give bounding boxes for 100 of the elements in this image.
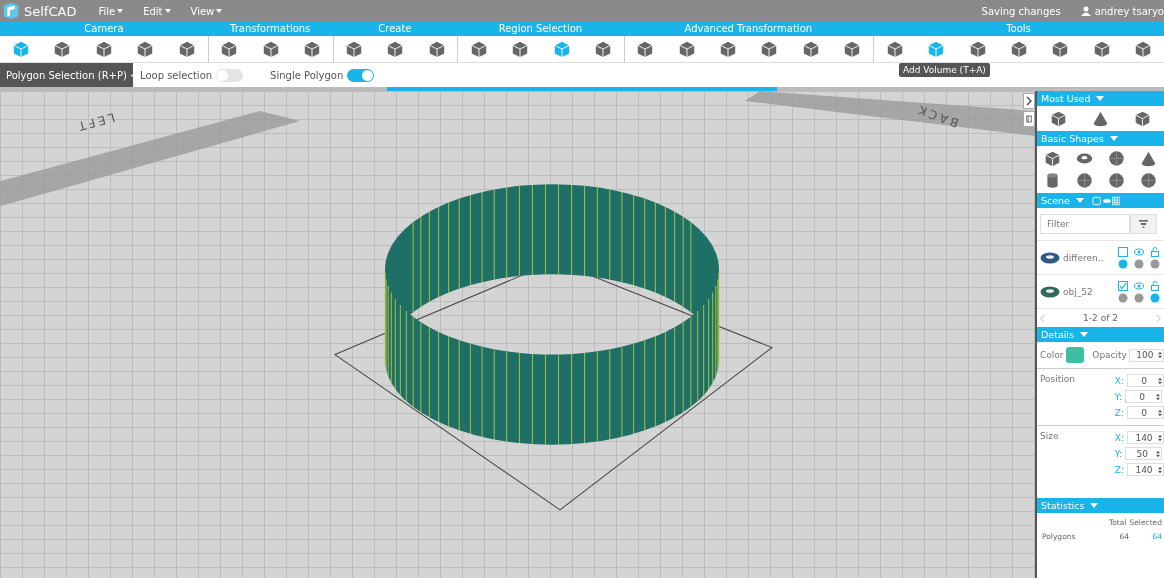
axis-label: Y: [1114,391,1123,402]
cube-icon [1051,40,1070,58]
user-menu[interactable]: andrey tsaryo [1094,5,1164,17]
spinner-arrows-icon [1158,433,1162,442]
cube-icon[interactable] [1049,110,1067,127]
cube-icon [53,40,72,58]
axis-label: X: [1114,432,1124,443]
cube-icon [427,40,446,58]
panel-toggle-button[interactable] [1023,111,1035,127]
field-label: Color [1040,350,1064,360]
caret-icon [216,9,223,13]
field-label: Size [1040,431,1059,443]
toggle-switch[interactable] [216,68,244,82]
torus-icon[interactable] [1076,150,1094,167]
filter-field[interactable]: Filter [1040,214,1130,234]
group-title: Region Selection [457,22,624,36]
chevron-right-icon [1026,96,1032,106]
cube-icon [552,40,571,58]
cube-icon [1134,40,1153,58]
view-mode-switch-icon[interactable] [1091,195,1120,206]
section-title: Statistics [1041,500,1085,511]
cube-icon [1092,40,1111,58]
cube-icon [1009,40,1028,58]
tooltip: Add Volume (T+A) [899,63,990,77]
number-field[interactable]: 100 [1128,348,1164,362]
panel-icon [1026,114,1032,124]
cube-icon [593,40,612,58]
toggle-switch[interactable] [347,68,375,82]
spinner-arrows-icon [1158,465,1162,474]
section-title: Basic Shapes [1041,133,1104,144]
scene-object-row[interactable]: obj_52 [1037,274,1164,308]
cube-icon [261,40,280,58]
cube-icon [719,40,738,58]
section-title: Most Used [1041,93,1091,104]
dropdown-triangle-icon [1079,332,1088,337]
cube-icon [885,40,904,58]
cube-icon[interactable] [1044,150,1062,167]
ruler-label: LEFT [73,110,117,134]
group-title: Create [332,22,458,36]
number-field[interactable]: 50 [1125,447,1163,460]
field-label: Opacity [1092,350,1127,360]
option-label: Loop selection [140,69,213,81]
cube-icon [345,40,364,58]
section-title: Details [1041,329,1074,340]
cube-icon [927,40,946,58]
cube-icon [801,40,820,58]
cube-icon [220,40,239,58]
axis-label: Z: [1114,464,1124,475]
sphere-icon[interactable] [1107,172,1125,189]
number-field[interactable]: 140 [1127,463,1164,476]
scene-object-row[interactable]: differen.. [1037,240,1164,274]
checkbox[interactable] [1118,280,1128,291]
collapse-panel-button[interactable] [1023,93,1035,109]
group-title: Tools [873,22,1164,36]
filter-icon [1139,220,1148,228]
cube-icon [386,40,405,58]
cube-icon [636,40,655,58]
number-field[interactable]: 140 [1127,431,1164,444]
caret-icon [117,9,124,13]
axis-label: Y: [1114,448,1123,459]
menu-item[interactable]: Edit [135,5,179,17]
dropdown-triangle-icon [1090,503,1099,508]
option-label: Single Polygon [270,69,344,81]
sphere-icon[interactable] [1139,172,1157,189]
cube-icon [677,40,696,58]
cube-icon [136,40,155,58]
axis-label: Z: [1114,407,1124,418]
dropdown-triangle-icon [1096,96,1105,101]
cone-icon[interactable] [1092,110,1109,127]
group-title: Advanced Transformation [623,22,873,36]
number-field[interactable]: 0 [1127,374,1164,387]
menu-item[interactable]: File [90,5,132,17]
number-field[interactable]: 0 [1125,390,1163,403]
checkbox[interactable] [1118,246,1128,257]
spinner-arrows-icon [1158,408,1162,417]
cone-icon[interactable] [1139,150,1157,167]
spinner-arrows-icon [1158,351,1162,359]
number-field[interactable]: 0 [1127,406,1164,419]
caret-icon [164,9,171,13]
cube-icon [11,40,30,58]
menu-item[interactable]: View [182,5,231,17]
cube-icon [511,40,530,58]
cube-icon [469,40,488,58]
cube-icon[interactable] [1134,110,1152,127]
field-label: Position [1040,374,1076,386]
cube-icon [760,40,779,58]
filter-button[interactable] [1130,214,1157,234]
color-swatch[interactable] [1065,347,1085,363]
logo-icon [2,2,20,20]
sphere-icon[interactable] [1076,172,1094,189]
cube-icon [302,40,321,58]
spinner-arrows-icon [1158,376,1162,385]
app-name: SelfCAD [24,3,77,19]
cube-icon [843,40,862,58]
cube-icon [94,40,113,58]
cube-icon [968,40,987,58]
page-count: 1-2 of 2 [1083,313,1118,323]
dropdown-triangle-icon [1075,198,1084,203]
group-title: Transformations [207,22,333,36]
sphere-icon[interactable] [1107,150,1125,167]
